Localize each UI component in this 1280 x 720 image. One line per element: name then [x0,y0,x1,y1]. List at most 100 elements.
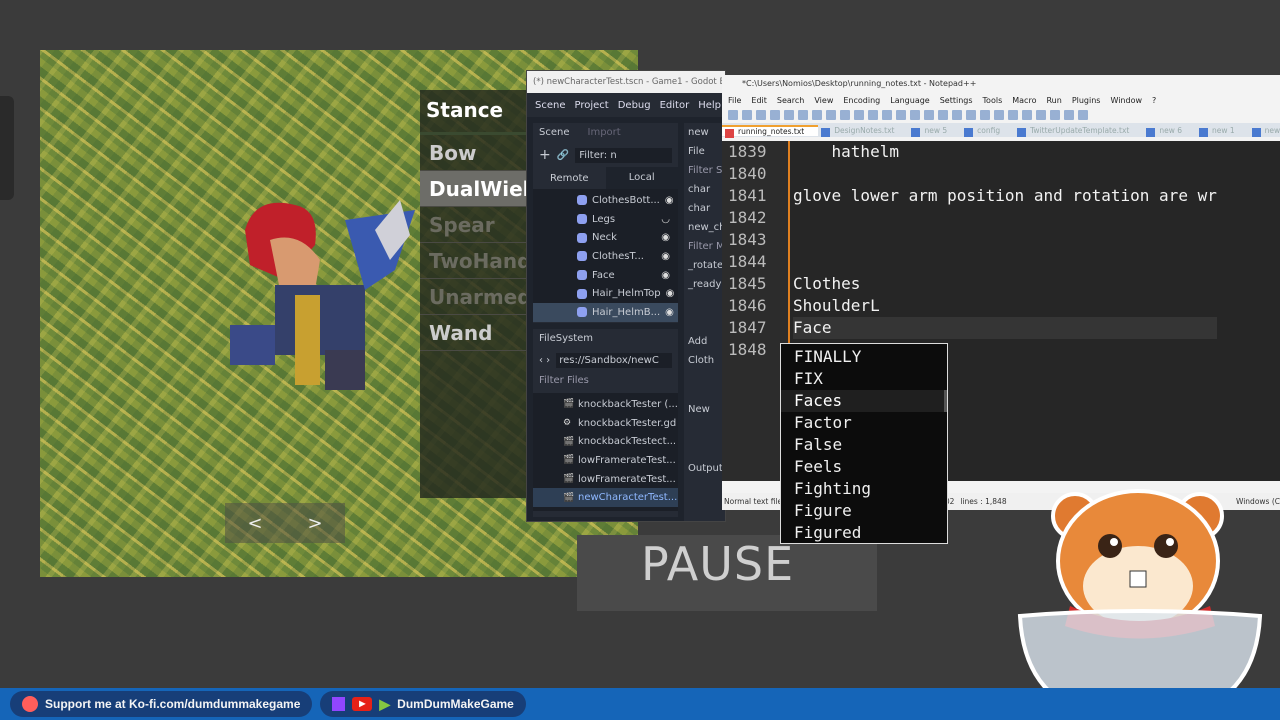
menu-editor[interactable]: Editor [660,100,690,111]
autocomplete-item[interactable]: Fighting [781,478,947,500]
method-item[interactable]: _ready [688,275,725,294]
code-line[interactable]: glove lower arm position and rotation ar… [793,185,1217,207]
visibility-icon[interactable]: ◉ [665,195,674,206]
tab-import[interactable]: Import [588,127,621,139]
menu-scene[interactable]: Scene [535,100,566,111]
stance-option-twohand[interactable]: TwoHand [420,243,530,279]
open-icon[interactable] [742,110,752,120]
track-new[interactable]: New [688,400,725,419]
autocomplete-item[interactable]: Factor [781,412,947,434]
back-icon[interactable]: ‹ › [539,355,550,366]
code-line[interactable] [793,229,1217,251]
autocomplete-item[interactable]: False [781,434,947,456]
script-tab[interactable]: new [688,123,725,142]
tree-node[interactable]: Legs ◡ [533,210,678,229]
tab-new6[interactable]: new 6 [1143,126,1196,137]
stance-option-spear[interactable]: Spear [420,207,530,243]
add-track-button[interactable]: Add [688,332,725,351]
file-item[interactable]: 🎬 knockbackTester (... [533,395,678,414]
code-line[interactable]: hathelm [793,141,1217,163]
stance-option-wand[interactable]: Wand [420,315,530,351]
menu-file[interactable]: File [728,96,741,105]
tab-config[interactable]: config [961,126,1014,137]
record-icon[interactable] [1022,110,1032,120]
save-macro-icon[interactable] [1078,110,1088,120]
file-item[interactable]: ⚙ knockbackTester.gd [533,414,678,433]
menu-help[interactable]: ? [1152,96,1156,105]
tab-designnotes[interactable]: DesignNotes.txt [818,126,908,137]
copy-icon[interactable] [840,110,850,120]
kofi-link[interactable]: Support me at Ko-fi.com/dumdummakegame [10,691,313,717]
menu-edit[interactable]: Edit [751,96,767,105]
visibility-icon[interactable]: ◉ [661,251,670,262]
code-line[interactable]: Face [793,317,1217,339]
code-lines[interactable]: hathelm glove lower arm position and rota… [793,141,1217,361]
menu-settings[interactable]: Settings [940,96,973,105]
tree-node-selected[interactable]: Hair_HelmB... ◉ [533,303,678,322]
code-line[interactable]: Clothes [793,273,1217,295]
menu-help[interactable]: Help [698,100,721,111]
indent-guide-icon[interactable] [1008,110,1018,120]
autocomplete-item[interactable]: Faces [781,390,947,412]
undo-icon[interactable] [868,110,878,120]
tab-new5[interactable]: new 5 [908,126,961,137]
visibility-icon[interactable]: ◉ [666,288,675,299]
link-icon[interactable]: 🔗 [557,150,569,161]
cut-icon[interactable] [826,110,836,120]
sync-v-icon[interactable] [952,110,962,120]
zoom-out-icon[interactable] [938,110,948,120]
script-file-menu[interactable]: File [688,142,725,161]
tab-running-notes[interactable]: running_notes.txt [722,124,819,138]
save-icon[interactable] [756,110,766,120]
prev-button[interactable]: < [247,513,262,534]
visibility-icon[interactable]: ◉ [661,270,670,281]
local-tab[interactable]: Local [605,167,678,189]
menu-run[interactable]: Run [1046,96,1061,105]
tree-node[interactable]: ClothesT... ◉ [533,247,678,266]
tree-node[interactable]: Face ◉ [533,266,678,285]
tab-new2[interactable]: new 2 [1249,126,1280,137]
menu-view[interactable]: View [814,96,833,105]
autocomplete-item[interactable]: Figure [781,500,947,522]
method-item[interactable]: _rotatel [688,256,725,275]
tree-node[interactable]: Neck ◉ [533,228,678,247]
menu-search[interactable]: Search [777,96,804,105]
autocomplete-item[interactable]: FINALLY [781,346,947,368]
filter-methods[interactable]: Filter M [688,237,725,256]
menu-window[interactable]: Window [1110,96,1142,105]
add-node-icon[interactable]: + [539,147,551,163]
tree-node[interactable]: Hair_HelmTop ◉ [533,284,678,303]
tab-twitter[interactable]: TwitterUpdateTemplate.txt [1014,126,1143,137]
menu-encoding[interactable]: Encoding [843,96,880,105]
track-clothes[interactable]: Cloth [688,351,725,370]
zoom-in-icon[interactable] [924,110,934,120]
file-item[interactable]: 🎬 lowFramerateTest... [533,451,678,470]
path-input[interactable]: res://Sandbox/newC [556,352,672,368]
menu-debug[interactable]: Debug [618,100,651,111]
file-item[interactable]: 🎬 lowFramerateTest... [533,470,678,489]
stance-option-unarmed[interactable]: Unarmed [420,279,530,315]
find-icon[interactable] [896,110,906,120]
menu-project[interactable]: Project [575,100,609,111]
wrap-icon[interactable] [980,110,990,120]
tab-new1[interactable]: new 1 [1196,126,1249,137]
stop-icon[interactable] [1036,110,1046,120]
code-line[interactable]: ShoulderL [793,295,1217,317]
social-links[interactable]: ▶ ▶ DumDumMakeGame [320,691,526,717]
tree-node[interactable]: ClothesBott... ◉ [533,191,678,210]
autocomplete-item[interactable]: Feels [781,456,947,478]
stance-option-bow[interactable]: Bow [420,135,530,171]
tab-scene[interactable]: Scene [539,127,570,139]
autocomplete-item[interactable]: Figured [781,522,947,544]
next-button[interactable]: > [307,513,322,534]
show-all-icon[interactable] [994,110,1004,120]
close-icon[interactable] [784,110,794,120]
code-line[interactable] [793,251,1217,273]
visibility-icon[interactable]: ◉ [661,232,670,243]
close-all-icon[interactable] [798,110,808,120]
filter-scripts[interactable]: Filter Sc [688,161,725,180]
redo-icon[interactable] [882,110,892,120]
menu-macro[interactable]: Macro [1012,96,1036,105]
filter-files-input[interactable]: Filter Files [533,371,678,393]
play-icon[interactable] [1050,110,1060,120]
